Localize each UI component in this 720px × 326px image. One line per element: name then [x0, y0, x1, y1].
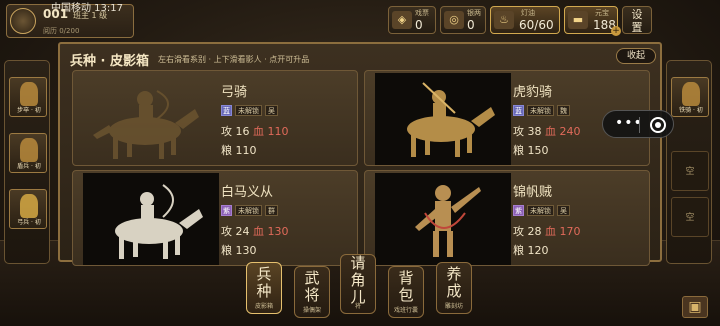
resource-tickets[interactable]: ◈ 戏票 0	[388, 6, 436, 34]
lock-status-tag: 未解锁	[527, 105, 554, 116]
attack-value: 攻 24	[221, 225, 250, 238]
collapse-button[interactable]: 收起	[616, 48, 656, 64]
nav-label: 武将	[304, 269, 320, 304]
player-rank: 班主 1 级	[73, 11, 108, 20]
ticket-icon: ◈	[392, 11, 412, 29]
unit-quality-icon: 紫	[513, 205, 524, 216]
unit-name: 虎豹骑	[513, 85, 553, 100]
hp-value: 血 170	[545, 225, 581, 238]
resource-label: 戏票	[415, 9, 429, 17]
nav-sublabel: 皮影箱	[254, 303, 273, 310]
unit-quality-icon: 蓝	[513, 105, 524, 116]
close-program-icon[interactable]	[650, 117, 666, 133]
hp-value: 血 110	[253, 125, 289, 138]
right-unit-column: 铁骑 · 初 空 空	[666, 60, 712, 264]
avatar[interactable]	[10, 8, 36, 34]
faction-tag: 吴	[265, 105, 278, 116]
unit-slot-infantry[interactable]: 步卒 · 初	[9, 77, 47, 117]
horse-archer-shadow-puppet	[93, 90, 199, 159]
left-unit-column: 步卒 · 初 盾兵 · 初 弓兵 · 初	[4, 60, 50, 264]
unit-name: 弓骑	[221, 85, 248, 100]
resource-label: 元宝	[595, 9, 609, 17]
settings-button[interactable]: 设置	[622, 6, 652, 34]
nav-label: 请角儿	[350, 254, 366, 306]
resource-label: 灯油	[521, 9, 535, 17]
brocade-sail-pirate-shadow-puppet	[375, 173, 511, 265]
resource-value: 0	[467, 18, 475, 32]
capsule-divider	[639, 117, 640, 133]
faction-tag: 吴	[557, 205, 570, 216]
nav-label: 养成	[446, 265, 462, 300]
attack-value: 攻 28	[513, 225, 542, 238]
add-gold-button[interactable]: +	[611, 26, 621, 36]
mini-program-capsule: •••	[602, 110, 674, 138]
resource-gold[interactable]: ▬ 元宝 188 +	[564, 6, 621, 36]
attack-value: 攻 16	[221, 125, 250, 138]
unit-box-dialog: 兵种 · 皮影箱 左右滑看系别 · 上下滑看影人 · 点开可升品 收起 弓骑 蓝…	[58, 42, 662, 266]
lock-status-tag: 未解锁	[527, 205, 554, 216]
attack-value: 攻 38	[513, 125, 542, 138]
unit-slot-label: 铁骑 · 初	[679, 107, 703, 114]
unit-name: 锦帆贼	[513, 185, 553, 200]
nav-recruit[interactable]: 请角儿 将	[340, 254, 376, 314]
nav-label: 兵种	[256, 265, 272, 300]
lamp-oil-icon: ♨	[494, 11, 514, 29]
unit-slot-archer[interactable]: 弓兵 · 初	[9, 189, 47, 229]
unit-slot-cavalry[interactable]: 铁骑 · 初	[671, 77, 709, 117]
food-value: 粮 130	[221, 244, 257, 257]
resource-lamp-oil[interactable]: ♨ 灯油 60/60	[490, 6, 560, 34]
resource-value: 0	[415, 18, 423, 32]
unit-slot-label: 盾兵 · 初	[17, 163, 41, 170]
unit-name: 白马义从	[221, 185, 274, 200]
lock-status-tag: 未解锁	[235, 105, 262, 116]
nav-sublabel: 操偶架	[302, 307, 321, 314]
nav-sublabel: 将	[354, 303, 361, 310]
nav-bag[interactable]: 背包 戏班行囊	[388, 266, 424, 318]
unit-slot-label: 弓兵 · 初	[17, 219, 41, 226]
food-value: 粮 120	[513, 244, 549, 257]
faction-tag: 群	[265, 205, 278, 216]
nav-label: 背包	[398, 269, 414, 304]
infantry-figure-icon	[20, 82, 38, 106]
gold-ingot-icon: ▬	[568, 11, 588, 29]
nav-units[interactable]: 兵种 皮影箱	[246, 262, 282, 314]
chest-icon[interactable]: ▣	[682, 296, 708, 318]
resource-silver[interactable]: ◎ 银两 0	[440, 6, 486, 34]
dialog-hint: 左右滑看系别 · 上下滑看影人 · 点开可升品	[158, 55, 310, 64]
settings-label: 设置	[631, 8, 643, 34]
food-value: 粮 150	[513, 144, 549, 157]
archer-figure-icon	[20, 194, 38, 218]
cavalry-figure-icon	[682, 82, 700, 106]
faction-tag: 魏	[557, 105, 570, 116]
shield-figure-icon	[20, 138, 38, 162]
nav-sublabel: 雕刻坊	[444, 303, 463, 310]
unit-quality-icon: 蓝	[221, 105, 232, 116]
unit-slot-shield[interactable]: 盾兵 · 初	[9, 133, 47, 173]
tiger-cavalry-shadow-puppet	[375, 73, 511, 165]
unit-card[interactable]: 锦帆贼 紫 未解锁 吴 攻 28 血 170 粮 120	[364, 170, 650, 266]
hp-value: 血 240	[545, 125, 581, 138]
resource-label: 银两	[467, 9, 481, 17]
unit-slot-label: 步卒 · 初	[17, 107, 41, 114]
white-horse-cavalry-shadow-puppet	[83, 173, 219, 265]
dialog-title: 兵种 · 皮影箱	[70, 54, 149, 69]
player-panel[interactable]: 中国移动 13:17 001 班主 1 级 阅历 0/200	[6, 3, 134, 38]
lock-status-tag: 未解锁	[235, 205, 262, 216]
hp-value: 血 130	[253, 225, 289, 238]
player-id: 001	[43, 7, 69, 21]
nav-cultivate[interactable]: 养成 雕刻坊	[436, 262, 472, 314]
nav-generals[interactable]: 武将 操偶架	[294, 266, 330, 318]
unit-card[interactable]: 弓骑 蓝 未解锁 吴 攻 16 血 110 粮 110	[72, 70, 358, 166]
nav-sublabel: 戏班行囊	[393, 307, 418, 314]
silver-icon: ◎	[444, 11, 464, 29]
unit-card[interactable]: 白马义从 紫 未解锁 群 攻 24 血 130 粮 130	[72, 170, 358, 266]
resource-value: 60/60	[519, 18, 554, 32]
unit-quality-icon: 紫	[221, 205, 232, 216]
empty-slot[interactable]: 空	[671, 151, 709, 191]
empty-slot[interactable]: 空	[671, 197, 709, 237]
player-exp: 阅历 0/200	[43, 27, 80, 35]
food-value: 粮 110	[221, 144, 257, 157]
